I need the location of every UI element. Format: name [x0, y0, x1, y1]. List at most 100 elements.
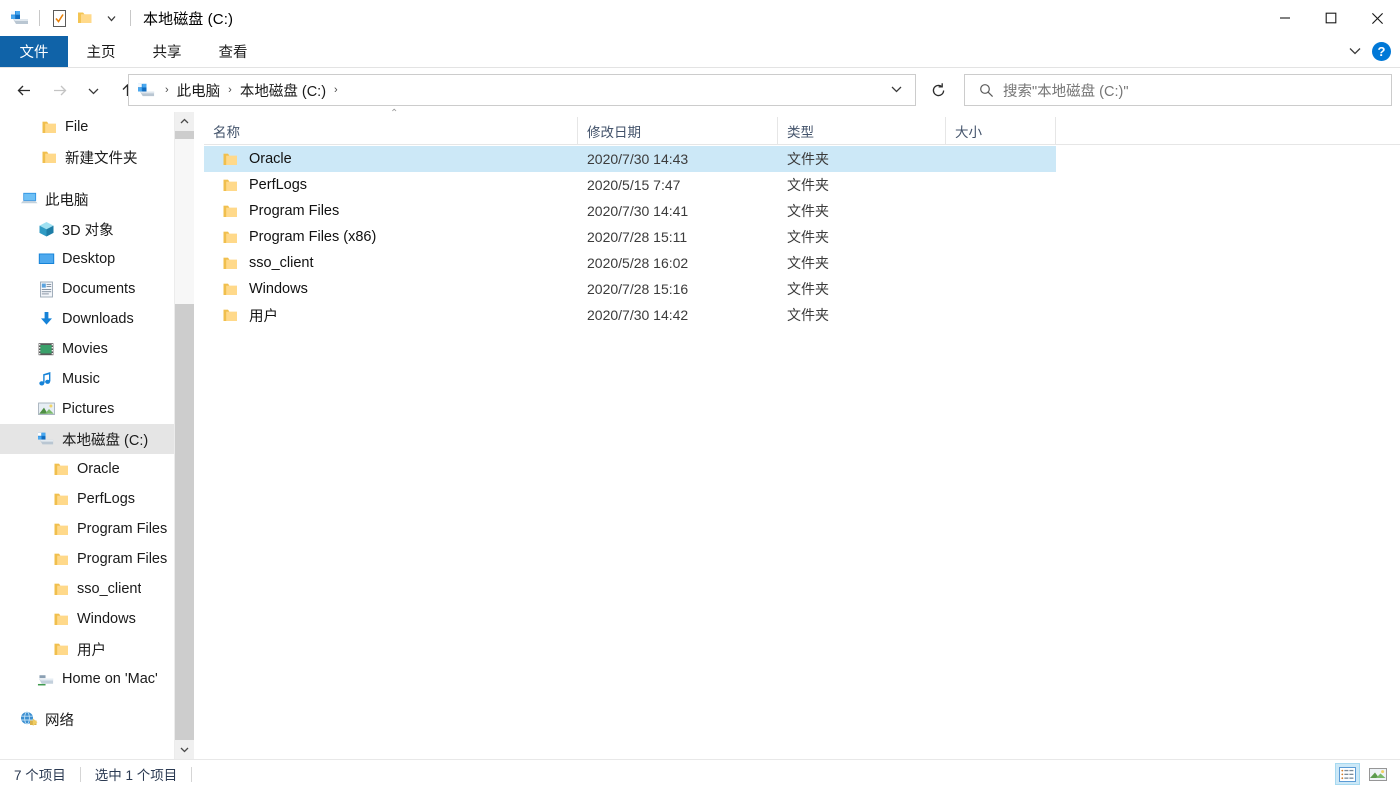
navigation-pane-scrollbar[interactable]: [174, 112, 193, 759]
forward-button[interactable]: [44, 76, 74, 106]
tab-view[interactable]: 查看: [200, 36, 266, 67]
tree-item-新建文件夹[interactable]: 新建文件夹: [0, 142, 175, 172]
breadcrumb-this-pc[interactable]: 此电脑: [174, 80, 224, 101]
scrollbar-track[interactable]: [175, 131, 194, 740]
breadcrumb-separator-1[interactable]: ›: [223, 84, 237, 96]
refresh-button[interactable]: [922, 74, 954, 106]
column-header-divider: [204, 144, 1400, 145]
view-mode-buttons: [1335, 763, 1400, 785]
tree-item-label: Program Files: [77, 551, 167, 567]
tab-share[interactable]: 共享: [134, 36, 200, 67]
folder-icon: [52, 520, 70, 538]
search-input[interactable]: 搜索"本地磁盘 (C:)": [1003, 80, 1128, 101]
tree-item-本地磁盘-c-[interactable]: 本地磁盘 (C:): [0, 424, 175, 454]
scroll-up-chevron-icon[interactable]: [175, 112, 194, 131]
column-header-size[interactable]: 大小: [946, 117, 1056, 144]
tree-item-label: Movies: [62, 341, 108, 357]
tab-file[interactable]: 文件: [0, 36, 68, 67]
file-name-cell: Oracle: [204, 151, 578, 167]
table-row[interactable]: 用户2020/7/30 14:42文件夹: [204, 302, 1400, 328]
table-row[interactable]: sso_client2020/5/28 16:02文件夹: [204, 250, 1400, 276]
folder-icon: [52, 460, 70, 478]
desktop-icon: [37, 250, 55, 268]
status-selection-count: 选中 1 个项目: [95, 764, 178, 784]
search-box[interactable]: 搜索"本地磁盘 (C:)": [964, 74, 1392, 106]
tree-item-label: PerfLogs: [77, 491, 135, 507]
nav-arrow-group: [0, 76, 142, 106]
tree-item-网络[interactable]: 网络: [0, 704, 175, 734]
back-button[interactable]: [10, 76, 40, 106]
scrollbar-thumb[interactable]: [175, 139, 194, 304]
expand-ribbon-chevron-down-icon[interactable]: [1348, 44, 1362, 59]
tree-item-label: Windows: [77, 611, 136, 627]
scroll-down-chevron-icon[interactable]: [175, 740, 194, 759]
file-name-label: Oracle: [249, 151, 292, 167]
tree-item-music[interactable]: Music: [0, 364, 175, 394]
file-name-cell: 用户: [204, 305, 578, 326]
file-type-cell: 文件夹: [778, 149, 946, 169]
tree-item-label: 用户: [77, 639, 106, 660]
tree-item-label: Program Files: [77, 521, 167, 537]
column-header-type-label: 类型: [787, 121, 814, 141]
window-controls: [1262, 0, 1400, 36]
column-header-type[interactable]: 类型: [778, 117, 946, 144]
tree-item-label: sso_client: [77, 581, 141, 597]
navigation-pane: File 新建文件夹此电脑 3D 对象DesktopDocuments Downloa…: [0, 112, 175, 759]
tree-item-program-files[interactable]: Program Files: [0, 514, 175, 544]
table-row[interactable]: Windows2020/7/28 15:16文件夹: [204, 276, 1400, 302]
tree-item-3d-对象[interactable]: 3D 对象: [0, 214, 175, 244]
file-name-cell: Program Files (x86): [204, 229, 578, 245]
table-row[interactable]: Program Files (x86)2020/7/28 15:11文件夹: [204, 224, 1400, 250]
large-icons-view-button[interactable]: [1365, 763, 1390, 785]
file-name-cell: Program Files: [204, 203, 578, 219]
downloads-icon: [37, 310, 55, 328]
drive-icon[interactable]: [7, 5, 33, 31]
column-header-date[interactable]: 修改日期: [578, 117, 778, 144]
file-type-cell: 文件夹: [778, 201, 946, 221]
tree-item-desktop[interactable]: Desktop: [0, 244, 175, 274]
table-row[interactable]: PerfLogs2020/5/15 7:47文件夹: [204, 172, 1400, 198]
toolbar-separator-1: [39, 10, 40, 26]
table-row[interactable]: Program Files2020/7/30 14:41文件夹: [204, 198, 1400, 224]
properties-icon[interactable]: [46, 5, 72, 31]
breadcrumb-separator-0[interactable]: ›: [160, 84, 174, 96]
details-view-button[interactable]: [1335, 763, 1360, 785]
tree-item-用户[interactable]: 用户: [0, 634, 175, 664]
new-folder-icon[interactable]: [72, 5, 98, 31]
file-list: Oracle2020/7/30 14:43文件夹PerfLogs2020/5/1…: [204, 146, 1400, 754]
tree-item-label: Downloads: [62, 311, 134, 327]
address-chevron-down-icon[interactable]: [882, 83, 911, 97]
tree-item-label: File: [65, 119, 88, 135]
tab-home[interactable]: 主页: [68, 36, 134, 67]
tree-item-pictures[interactable]: Pictures: [0, 394, 175, 424]
file-explorer-window: 本地磁盘 (C:) 文件 主页 共享 查看 ?: [0, 0, 1400, 788]
tree-item-file[interactable]: File: [0, 112, 175, 142]
tree-item-此电脑[interactable]: 此电脑: [0, 184, 175, 214]
table-row[interactable]: Oracle2020/7/30 14:43文件夹: [204, 146, 1056, 172]
breadcrumb-separator-2[interactable]: ›: [329, 84, 343, 96]
recent-locations-chevron-down-icon[interactable]: [78, 76, 108, 106]
address-bar[interactable]: › 此电脑 › 本地磁盘 (C:) ›: [128, 74, 916, 106]
help-icon[interactable]: ?: [1372, 42, 1391, 61]
folder-icon: [52, 640, 70, 658]
folder-icon: [40, 148, 58, 166]
tree-item-label: 此电脑: [45, 189, 89, 210]
quick-access-chevron-down-icon[interactable]: [98, 5, 124, 31]
breadcrumb-local-disk[interactable]: 本地磁盘 (C:): [237, 80, 329, 101]
column-header-name[interactable]: ⌃ 名称: [204, 117, 578, 144]
tree-item-movies[interactable]: Movies: [0, 334, 175, 364]
minimize-button[interactable]: [1262, 0, 1308, 36]
maximize-button[interactable]: [1308, 0, 1354, 36]
tree-item-label: Music: [62, 371, 100, 387]
file-date-cell: 2020/7/28 15:11: [578, 229, 778, 245]
tree-item-home-on-mac-[interactable]: Home on 'Mac': [0, 664, 175, 694]
tree-item-program-files[interactable]: Program Files: [0, 544, 175, 574]
tree-item-sso-client[interactable]: sso_client: [0, 574, 175, 604]
close-button[interactable]: [1354, 0, 1400, 36]
tree-item-downloads[interactable]: Downloads: [0, 304, 175, 334]
tree-item-windows[interactable]: Windows: [0, 604, 175, 634]
tree-item-oracle[interactable]: Oracle: [0, 454, 175, 484]
tree-item-documents[interactable]: Documents: [0, 274, 175, 304]
ribbon-tab-bar: 文件 主页 共享 查看 ?: [0, 36, 1400, 68]
tree-item-perflogs[interactable]: PerfLogs: [0, 484, 175, 514]
